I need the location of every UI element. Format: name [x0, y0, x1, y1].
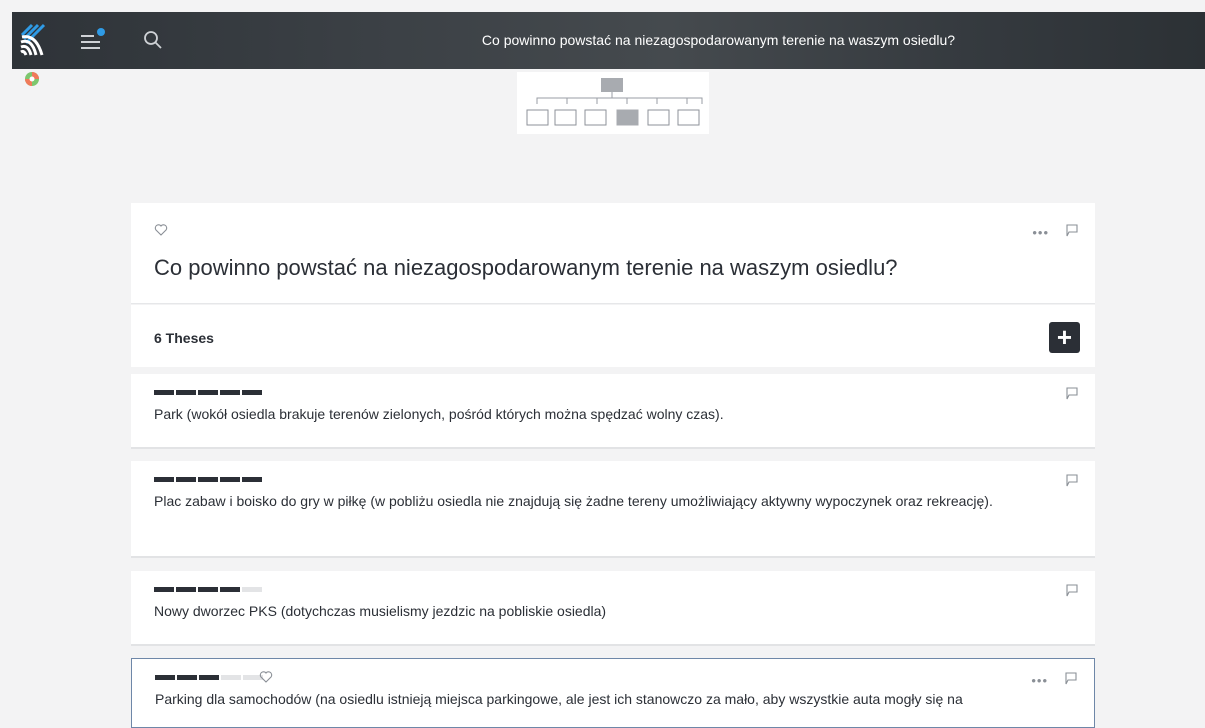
rating-bar — [155, 675, 263, 680]
thesis-card[interactable]: Park (wokół osiedla brakuje terenów ziel… — [131, 374, 1095, 449]
thesis-text: Plac zabaw i boisko do gry w piłkę (w po… — [154, 493, 993, 509]
add-thesis-button[interactable]: + — [1049, 322, 1080, 353]
question-card: ••• Co powinno powstać na niezagospodaro… — [131, 203, 1095, 304]
flag-icon[interactable] — [1065, 672, 1077, 685]
thesis-card-selected[interactable]: ••• Parking dla samochodów (na osiedlu i… — [131, 658, 1095, 728]
thesis-text: Nowy dworzec PKS (dotychczas musielismy … — [154, 603, 607, 619]
header-title: Co powinno powstać na niezagospodarowany… — [481, 32, 956, 48]
flag-icon[interactable] — [1066, 387, 1078, 400]
question-title: Co powinno powstać na niezagospodarowany… — [154, 255, 898, 280]
thesis-card[interactable]: Plac zabaw i boisko do gry w piłkę (w po… — [131, 461, 1095, 558]
theses-count: 6 Theses — [154, 330, 214, 346]
flag-icon[interactable] — [1066, 474, 1078, 487]
avatar-icon[interactable] — [21, 69, 43, 89]
heart-icon[interactable] — [154, 223, 168, 237]
thesis-text: Parking dla samochodów (na osiedlu istni… — [155, 691, 963, 707]
heart-icon[interactable] — [259, 670, 273, 684]
rating-bar — [154, 390, 262, 395]
rating-bar — [154, 587, 262, 592]
top-bar: Co powinno powstać na niezagospodarowany… — [12, 12, 1205, 69]
theses-header: 6 Theses + — [131, 305, 1095, 367]
tree-minimap[interactable] — [517, 72, 709, 134]
more-icon[interactable]: ••• — [1032, 225, 1049, 240]
thesis-text: Park (wokół osiedla brakuje terenów ziel… — [154, 406, 724, 422]
thesis-card[interactable]: Nowy dworzec PKS (dotychczas musielismy … — [131, 571, 1095, 646]
menu-icon[interactable] — [78, 26, 108, 54]
more-icon[interactable]: ••• — [1031, 673, 1048, 688]
flag-icon[interactable] — [1066, 584, 1078, 597]
logo-icon[interactable] — [18, 22, 54, 58]
flag-icon[interactable] — [1066, 224, 1078, 237]
rating-bar — [154, 477, 262, 482]
search-icon[interactable] — [140, 27, 166, 53]
